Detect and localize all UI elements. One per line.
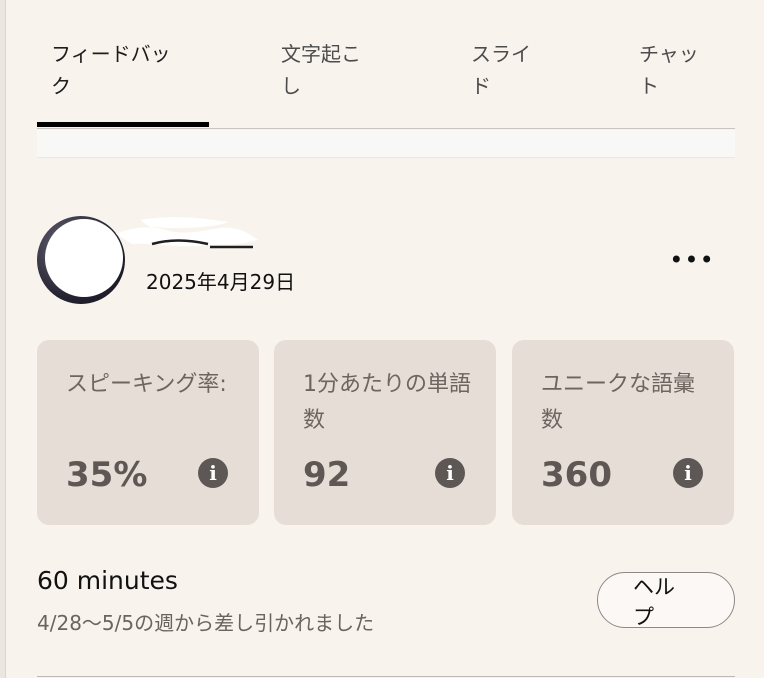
deduction-note: 4/28〜5/5の週から差し引かれました	[37, 611, 375, 635]
info-icon[interactable]: i	[673, 458, 703, 488]
metric-card-unique-vocabulary: ユニークな語彙数 360 i	[512, 340, 734, 525]
more-options-button[interactable]: •••	[668, 247, 716, 273]
metric-value: 35%	[66, 455, 148, 495]
help-button[interactable]: ヘルプ	[597, 572, 735, 629]
avatar-redaction	[45, 219, 123, 297]
info-icon[interactable]: i	[198, 458, 228, 488]
info-icon[interactable]: i	[435, 458, 465, 488]
tab-slides[interactable]: スライド	[471, 38, 543, 102]
metric-value: 360	[541, 455, 612, 495]
metric-value: 92	[303, 455, 351, 495]
minutes-used: 60 minutes	[37, 566, 178, 595]
window-left-edge	[0, 0, 6, 678]
help-button-label: ヘルプ	[633, 575, 675, 629]
tab-feedback[interactable]: フィードバック	[51, 38, 187, 102]
metric-label: ユニークな語彙数	[541, 372, 696, 433]
more-icon: •••	[669, 246, 715, 274]
tab-divider	[37, 128, 735, 129]
bottom-divider	[37, 676, 735, 677]
metric-card-speaking-rate: スピーキング率: 35% i	[37, 340, 259, 525]
tab-chat[interactable]: チャット	[639, 38, 711, 102]
tab-bar: フィードバック 文字起こし スライド チャット	[37, 38, 735, 130]
content-strip	[37, 130, 735, 158]
metric-label: 1分あたりの単語数	[303, 372, 471, 433]
metric-card-words-per-minute: 1分あたりの単語数 92 i	[274, 340, 496, 525]
tab-transcript[interactable]: 文字起こし	[281, 38, 377, 102]
metric-label: スピーキング率:	[66, 372, 227, 397]
redacted-name	[116, 217, 258, 249]
session-date: 2025年4月29日	[146, 270, 296, 294]
active-tab-indicator	[37, 122, 209, 127]
